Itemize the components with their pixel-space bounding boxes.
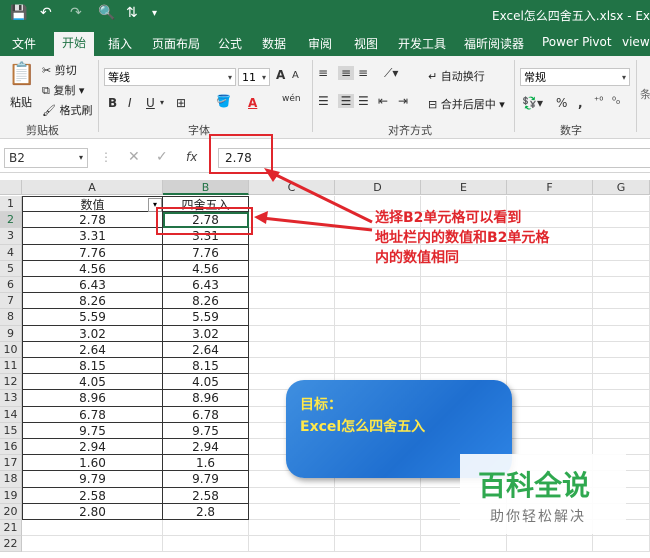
cell-highlight-box xyxy=(156,207,253,235)
watermark-subtitle: 助你轻松解决 xyxy=(490,509,586,525)
watermark-title: 百科全说 xyxy=(478,469,591,502)
goal-label: 目标： xyxy=(300,397,342,413)
goal-title: Excel怎么四舍五入 xyxy=(300,419,426,435)
formula-highlight-box xyxy=(209,134,273,174)
arrow-head xyxy=(254,211,268,224)
watermark-logo: 百科全说 助你轻松解决 xyxy=(460,454,626,534)
arrow-head xyxy=(264,168,280,182)
arrow-to-formula xyxy=(269,170,373,224)
arrow-to-cell xyxy=(261,216,373,232)
